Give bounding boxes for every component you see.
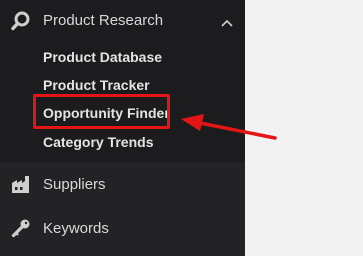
highlight-box [33, 94, 170, 129]
submenu-item-product-tracker[interactable]: Product Tracker [43, 77, 150, 93]
sidebar-item-suppliers[interactable]: Suppliers [0, 162, 245, 206]
section-label: Product Research [43, 12, 164, 29]
submenu-item-category-trends[interactable]: Category Trends [43, 134, 153, 150]
chevron-up-icon[interactable] [220, 15, 234, 27]
magnifier-icon [11, 11, 31, 31]
product-research-header[interactable]: Product Research [0, 0, 245, 42]
key-icon [11, 218, 31, 238]
sidebar-lower-group: Suppliers Keywords [0, 162, 245, 256]
sidebar-item-label: Keywords [43, 220, 109, 237]
sidebar-item-keywords[interactable]: Keywords [0, 206, 245, 250]
annotation-arrow-icon [181, 114, 277, 140]
factory-icon [11, 174, 31, 194]
sidebar-item-label: Suppliers [43, 176, 106, 193]
submenu-item-product-database[interactable]: Product Database [43, 49, 162, 65]
